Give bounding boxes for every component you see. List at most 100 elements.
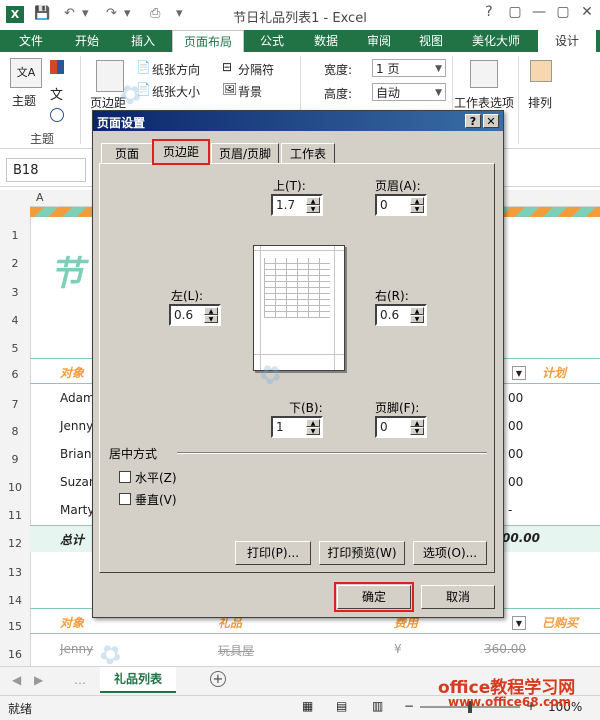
themes-label[interactable]: 主题 [12,92,36,109]
arrange-icon[interactable] [530,60,552,82]
tab-review[interactable]: 审阅 [356,30,402,52]
arrange-label[interactable]: 排列 [528,94,552,111]
page-layout-view-icon[interactable]: ▤ [336,699,347,713]
row-number[interactable]: 14 [0,594,30,612]
filter-dropdown-icon[interactable]: ▼ [512,366,526,380]
name-box[interactable]: B18 [6,158,86,182]
options-button[interactable]: 选项(O)... [413,541,487,565]
help-button[interactable]: ? [478,4,500,20]
cell-name[interactable]: Marty [60,503,94,517]
row-number[interactable]: 8 [0,425,30,443]
tab-home[interactable]: 开始 [62,30,112,52]
cell-name[interactable]: Adam [60,391,95,405]
height-combo[interactable]: 自动 ▼ [372,83,446,101]
row-number[interactable]: 3 [0,286,30,304]
cancel-button[interactable]: 取消 [421,585,495,609]
row-number[interactable]: 13 [0,566,30,584]
minimize-button[interactable]: — [528,4,550,20]
tab-header-footer[interactable]: 页眉/页脚 [211,143,279,163]
cell-name[interactable]: Jenny [60,642,93,656]
scroll-right-icon[interactable]: ▶ [34,673,43,687]
cell-total-label[interactable]: 总计 [60,531,84,548]
dialog-help-button[interactable]: ? [465,114,481,128]
center-horizontal-label[interactable]: 水平(Z) [135,469,177,486]
footer-margin-spinner[interactable]: 0 ▲ ▼ [375,416,427,438]
cell-name[interactable]: Jenny [60,419,93,433]
tab-view[interactable]: 视图 [408,30,454,52]
tab-formulas[interactable]: 公式 [248,30,296,52]
dialog-close-button[interactable]: ✕ [483,114,499,128]
filter-dropdown-icon[interactable]: ▼ [512,616,526,630]
add-sheet-icon[interactable]: + [210,671,226,687]
row-number[interactable]: 7 [0,398,30,416]
top-margin-spinner[interactable]: 1.7 ▲ ▼ [271,194,323,216]
row-number[interactable]: 4 [0,314,30,332]
row-number[interactable]: 10 [0,481,30,499]
left-margin-spinner[interactable]: 0.6 ▲ ▼ [169,304,221,326]
tab-page[interactable]: 页面 [101,143,153,163]
row-number[interactable]: 16 [0,648,30,666]
zoom-out-icon[interactable]: − [404,699,414,713]
breaks-button[interactable]: 分隔符 [238,61,274,78]
row-number[interactable]: 12 [0,537,30,555]
tab-insert[interactable]: 插入 [118,30,168,52]
spin-down-icon[interactable]: ▼ [410,315,424,323]
spin-up-icon[interactable]: ▲ [410,307,424,315]
print-preview-button[interactable]: 打印预览(W) [319,541,405,565]
cell-total-amount[interactable]: 00.00 [502,531,540,545]
sheet-options-label[interactable]: 工作表选项 [454,94,514,111]
spin-up-icon[interactable]: ▲ [204,307,218,315]
orientation-icon[interactable]: 📄 [136,60,151,74]
spin-up-icon[interactable]: ▲ [410,419,424,427]
row-number[interactable]: 5 [0,342,30,360]
background-button[interactable]: 背景 [238,83,262,100]
normal-view-icon[interactable]: ▦ [302,699,313,713]
breaks-icon[interactable]: ⊟ [222,60,232,74]
print-button[interactable]: 打印(P)... [235,541,311,565]
tab-design[interactable]: 设计 [538,30,596,52]
width-combo[interactable]: 1 页 ▼ [372,59,446,77]
tab-margins[interactable]: 页边距 [152,139,210,165]
ok-button[interactable]: 确定 [334,582,414,612]
ribbon-display-button[interactable]: ▢ [504,4,526,20]
spin-up-icon[interactable]: ▲ [306,197,320,205]
maximize-button[interactable]: ▢ [552,4,574,20]
spin-down-icon[interactable]: ▼ [306,427,320,435]
row-number[interactable]: 6 [0,368,30,386]
row-number[interactable]: 2 [0,257,30,275]
cell-amount[interactable]: 00 [508,447,523,461]
background-icon[interactable]: 🖼 [222,82,237,96]
spin-up-icon[interactable]: ▲ [306,419,320,427]
cell-cost[interactable]: 360.00 [484,642,526,656]
page-break-view-icon[interactable]: ▥ [372,699,383,713]
cell-name[interactable]: Suzan [60,475,96,489]
row-number[interactable]: 11 [0,509,30,527]
tab-page-layout[interactable]: 页面布局 [172,30,244,54]
close-button[interactable]: ✕ [576,4,598,20]
cell-amount[interactable]: 00 [508,391,523,405]
row-number[interactable]: 1 [0,229,30,247]
cell-amount[interactable]: 00 [508,419,523,433]
tab-sheet[interactable]: 工作表 [281,143,335,163]
column-header-a[interactable]: A [36,191,44,204]
spin-up-icon[interactable]: ▲ [410,197,424,205]
size-button[interactable]: 纸张大小 [152,83,200,100]
cell-amount[interactable]: 00 [508,475,523,489]
themes-icon[interactable]: 文A [10,58,42,88]
colors-icon[interactable] [50,60,64,74]
row-number[interactable]: 9 [0,453,30,471]
scroll-left-icon[interactable]: ◀ [12,673,21,687]
tab-beautify[interactable]: 美化大师 [460,30,532,52]
sheet-options-icon[interactable] [470,60,498,88]
cell-gift[interactable]: 玩具屋 [218,642,254,659]
cell-amount[interactable]: - [508,503,512,517]
orientation-button[interactable]: 纸张方向 [152,61,200,78]
cell-name[interactable]: Brian [60,447,91,461]
spin-down-icon[interactable]: ▼ [204,315,218,323]
effects-icon[interactable] [50,108,64,122]
spin-down-icon[interactable]: ▼ [410,205,424,213]
center-vertical-label[interactable]: 垂直(V) [135,491,177,508]
tab-data[interactable]: 数据 [302,30,350,52]
fonts-icon[interactable]: 文 [50,84,63,103]
center-horizontal-checkbox[interactable] [119,471,131,483]
